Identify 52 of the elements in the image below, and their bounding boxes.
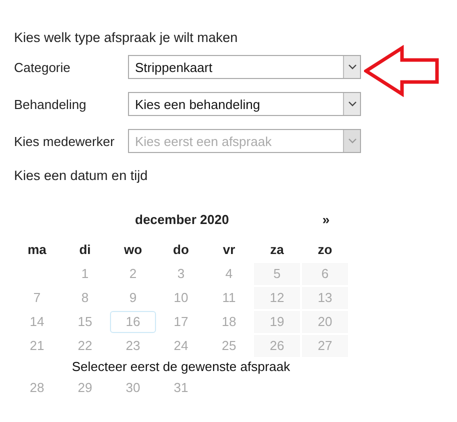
calendar-day[interactable]: 16 [110, 311, 156, 333]
notice-text: Selecteer eerst de gewenste afspraak [72, 359, 290, 374]
weekday-header: do [172, 241, 190, 259]
dropdown[interactable]: Strippenkaart [128, 55, 361, 79]
calendar-day[interactable]: 12 [254, 287, 300, 309]
calendar-day[interactable]: 26 [254, 335, 300, 357]
weekday-header: wo [122, 241, 144, 259]
calendar-day[interactable]: 6 [302, 263, 348, 285]
dropdown[interactable]: Kies een behandeling [128, 92, 361, 116]
calendar-day[interactable]: 1 [62, 263, 108, 285]
calendar-day[interactable]: 15 [62, 311, 108, 333]
weekday-header: za [269, 241, 285, 259]
calendar-day[interactable]: 2 [110, 263, 156, 285]
calendar-day[interactable]: 27 [302, 335, 348, 357]
chevron-down-icon [348, 64, 356, 70]
weekday-header: zo [316, 241, 334, 259]
calendar-day[interactable]: 25 [206, 335, 252, 357]
chevron-down-icon [348, 138, 356, 144]
weekday-header: vr [222, 241, 236, 259]
calendar-day[interactable]: 3 [158, 263, 204, 285]
field-label: Behandeling [14, 96, 88, 112]
field-label: Kies medewerker [14, 134, 116, 148]
calendar-day[interactable]: 9 [110, 287, 156, 309]
section-heading: Kies welk type afspraak je wilt maken [14, 30, 238, 45]
calendar-day[interactable]: 23 [110, 335, 156, 357]
calendar-day[interactable]: 4 [206, 263, 252, 285]
calendar-day[interactable]: 20 [302, 311, 348, 333]
calendar-day[interactable]: 21 [14, 335, 60, 357]
calendar-day[interactable]: 24 [158, 335, 204, 357]
calendar-day[interactable]: 28 [14, 377, 60, 399]
calendar-day[interactable]: 17 [158, 311, 204, 333]
section-heading: Kies een datum en tijd [14, 168, 148, 183]
month-title: december 2020 [135, 212, 229, 226]
calendar-day[interactable]: 8 [62, 287, 108, 309]
next-month-button[interactable]: » [322, 212, 330, 226]
calendar-day[interactable]: 18 [206, 311, 252, 333]
calendar-day[interactable]: 30 [110, 377, 156, 399]
calendar-day[interactable]: 5 [254, 263, 300, 285]
calendar-day[interactable]: 11 [206, 287, 252, 309]
weekday-header: di [78, 241, 92, 259]
calendar-day[interactable]: 29 [62, 377, 108, 399]
calendar-day[interactable]: 10 [158, 287, 204, 309]
calendar-day[interactable]: 7 [14, 287, 60, 309]
chevron-down-icon [348, 101, 356, 107]
weekday-header: ma [26, 241, 48, 259]
calendar-day[interactable]: 31 [158, 377, 204, 399]
calendar-day[interactable]: 14 [14, 311, 60, 333]
calendar-day[interactable]: 13 [302, 287, 348, 309]
left-arrow-icon [364, 45, 440, 97]
calendar-day[interactable]: 22 [62, 335, 108, 357]
field-label: Categorie [14, 60, 72, 74]
calendar-day[interactable]: 19 [254, 311, 300, 333]
